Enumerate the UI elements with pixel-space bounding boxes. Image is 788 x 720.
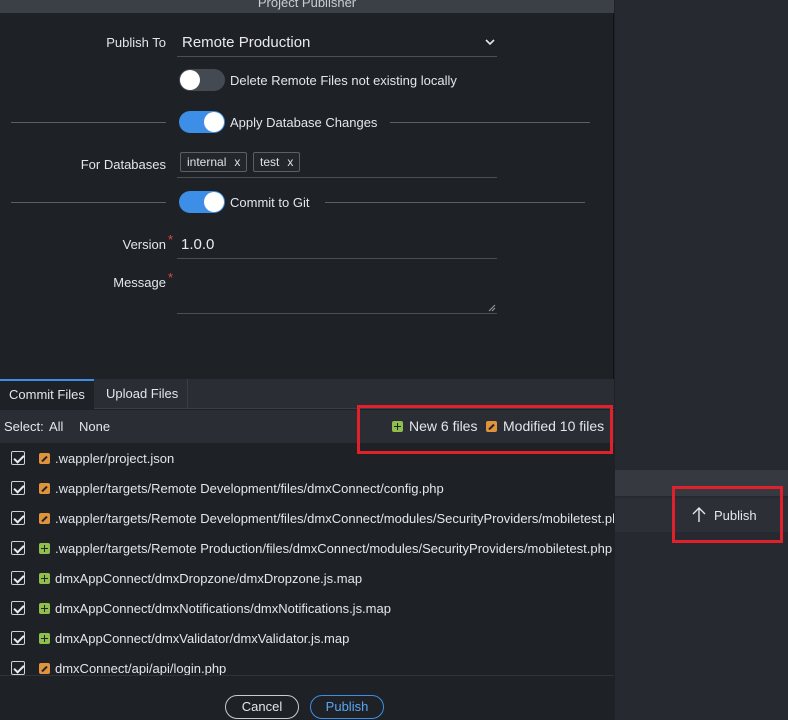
- file-checkbox[interactable]: [11, 601, 25, 615]
- tab-upload-files[interactable]: Upload Files: [97, 379, 189, 409]
- chevron-down-icon: [485, 39, 495, 46]
- plus-icon: [39, 633, 50, 644]
- divider-left: [11, 202, 166, 203]
- list-item[interactable]: dmxConnect/api/api/login.php: [0, 653, 614, 675]
- file-checkbox[interactable]: [11, 661, 25, 675]
- file-checkbox[interactable]: [11, 481, 25, 495]
- file-checkbox[interactable]: [11, 511, 25, 525]
- version-value: 1.0.0: [181, 236, 215, 253]
- db-chip-internal: internal x: [180, 152, 248, 172]
- file-path: .wappler/targets/Remote Development/file…: [55, 511, 614, 526]
- file-path: .wappler/project.json: [55, 451, 175, 466]
- db-chip-name: internal: [187, 155, 227, 169]
- select-label: Select:: [4, 419, 44, 434]
- highlight-box-summary: [357, 405, 613, 454]
- plus-icon: [39, 603, 50, 614]
- message-textarea[interactable]: [177, 268, 497, 314]
- commit-git-label: Commit to Git: [230, 195, 310, 210]
- apply-db-toggle[interactable]: [179, 111, 225, 133]
- publish-button[interactable]: Publish: [310, 695, 384, 719]
- file-checkbox[interactable]: [11, 541, 25, 555]
- file-path: dmxAppConnect/dmxValidator/dmxValidator.…: [55, 631, 350, 646]
- commit-git-toggle[interactable]: [179, 191, 225, 213]
- list-item[interactable]: .wappler/targets/Remote Production/files…: [0, 533, 614, 563]
- divider-left: [11, 122, 166, 123]
- toggle-knob: [180, 70, 200, 90]
- select-none-link[interactable]: None: [79, 419, 110, 434]
- publish-to-value: Remote Production: [182, 34, 311, 51]
- file-path: .wappler/targets/Remote Production/files…: [55, 541, 613, 556]
- project-publisher-dialog: Project Publisher Publish To Remote Prod…: [0, 0, 614, 720]
- version-label: Version: [122, 237, 166, 252]
- close-icon[interactable]: x: [287, 155, 293, 169]
- toggle-knob: [204, 192, 224, 212]
- db-chip-name: test: [260, 155, 280, 169]
- cancel-button[interactable]: Cancel: [225, 695, 299, 719]
- file-checkbox[interactable]: [11, 571, 25, 585]
- dialog-footer: Cancel Publish: [0, 675, 614, 720]
- dialog-titlebar: Project Publisher: [0, 0, 614, 13]
- file-checkbox[interactable]: [11, 451, 25, 465]
- publish-to-label: Publish To: [106, 35, 166, 50]
- for-databases-label: For Databases: [80, 157, 166, 172]
- close-icon[interactable]: x: [234, 155, 240, 169]
- file-path: .wappler/targets/Remote Development/file…: [55, 481, 444, 496]
- delete-remote-label: Delete Remote Files not existing locally: [230, 73, 457, 88]
- apply-db-label: Apply Database Changes: [230, 115, 378, 130]
- file-path: dmxAppConnect/dmxNotifications/dmxNotifi…: [55, 601, 391, 616]
- file-path: dmxConnect/api/api/login.php: [55, 661, 227, 675]
- divider-right: [325, 202, 585, 203]
- side-panel: [615, 0, 788, 720]
- required-mark: *: [168, 270, 174, 285]
- delete-remote-toggle[interactable]: [179, 69, 225, 91]
- version-input[interactable]: 1.0.0: [177, 230, 497, 259]
- highlight-box-publish: [672, 486, 783, 543]
- tab-commit-files[interactable]: Commit Files: [0, 379, 94, 409]
- list-item[interactable]: .wappler/targets/Remote Development/file…: [0, 503, 614, 533]
- divider-right: [390, 122, 590, 123]
- list-item[interactable]: dmxAppConnect/dmxValidator/dmxValidator.…: [0, 623, 614, 653]
- pencil-icon: [39, 513, 50, 524]
- plus-icon: [39, 573, 50, 584]
- plus-icon: [39, 543, 50, 554]
- db-chip-test: test x: [253, 152, 301, 172]
- file-path: dmxAppConnect/dmxDropzone/dmxDropzone.js…: [55, 571, 363, 586]
- file-list: .wappler/project.json .wappler/targets/R…: [0, 443, 614, 675]
- select-all-link[interactable]: All: [49, 419, 63, 434]
- pencil-icon: [39, 483, 50, 494]
- pencil-icon: [39, 453, 50, 464]
- file-checkbox[interactable]: [11, 631, 25, 645]
- message-label: Message: [113, 275, 166, 290]
- list-item[interactable]: dmxAppConnect/dmxDropzone/dmxDropzone.js…: [0, 563, 614, 593]
- dialog-title: Project Publisher: [257, 0, 357, 10]
- list-item[interactable]: dmxAppConnect/dmxNotifications/dmxNotifi…: [0, 593, 614, 623]
- resize-handle-icon[interactable]: [488, 304, 496, 312]
- required-mark: *: [168, 232, 174, 247]
- list-item[interactable]: .wappler/targets/Remote Development/file…: [0, 473, 614, 503]
- toggle-knob: [204, 112, 224, 132]
- pencil-icon: [39, 663, 50, 674]
